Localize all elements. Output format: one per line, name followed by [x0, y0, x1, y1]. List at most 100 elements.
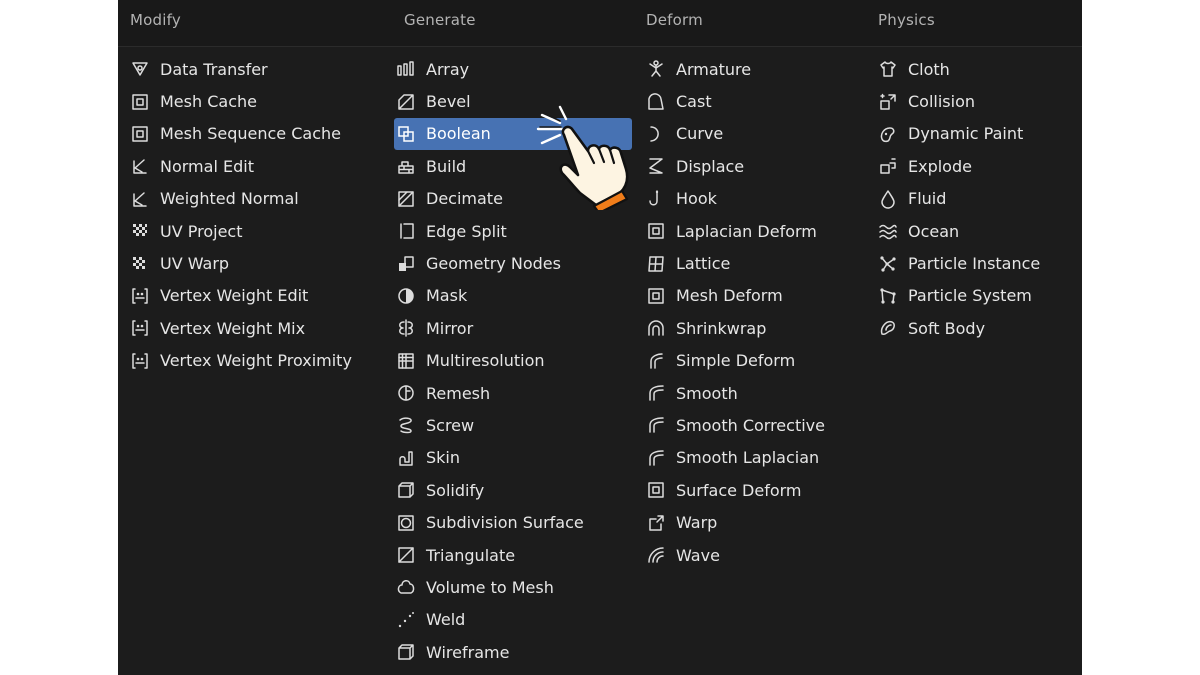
menu-item-label: Curve: [676, 124, 724, 144]
menu-item-simple-deform[interactable]: Simple Deform: [646, 345, 856, 377]
menu-item-uv-project[interactable]: UV Project: [130, 215, 380, 247]
lattice-icon: [646, 254, 666, 274]
menu-item-lattice[interactable]: Lattice: [646, 247, 856, 279]
menu-item-mask[interactable]: Mask: [396, 280, 628, 312]
solidify-icon: [396, 480, 416, 500]
weighted-normal-icon: [130, 189, 150, 209]
menu-item-label: Vertex Weight Mix: [160, 318, 306, 338]
menu-item-data-transfer[interactable]: Data Transfer: [130, 53, 380, 85]
mesh-sequence-cache-icon: [130, 124, 150, 144]
menu-item-label: Triangulate: [426, 545, 516, 565]
menu-item-label: Screw: [426, 415, 475, 435]
menu-item-bevel[interactable]: Bevel: [396, 85, 628, 117]
menu-item-build[interactable]: Build: [396, 150, 628, 182]
menu-item-vertex-weight-edit[interactable]: Vertex Weight Edit: [130, 280, 380, 312]
menu-item-label: Armature: [676, 59, 752, 79]
menu-item-weighted-normal[interactable]: Weighted Normal: [130, 183, 380, 215]
menu-item-shrinkwrap[interactable]: Shrinkwrap: [646, 312, 856, 344]
menu-item-remesh[interactable]: Remesh: [396, 377, 628, 409]
wireframe-icon: [396, 642, 416, 662]
column-title-physics: Physics: [878, 11, 935, 29]
modify-column: Data Transfer Mesh Cache Mesh Sequence Cac…: [130, 53, 380, 377]
menu-item-screw[interactable]: Screw: [396, 409, 628, 441]
menu-item-volume-to-mesh[interactable]: Volume to Mesh: [396, 571, 628, 603]
menu-item-vertex-weight-proximity[interactable]: Vertex Weight Proximity: [130, 345, 380, 377]
menu-item-skin[interactable]: Skin: [396, 442, 628, 474]
menu-item-cloth[interactable]: Cloth: [878, 53, 1078, 85]
menu-item-warp[interactable]: Warp: [646, 506, 856, 538]
menu-item-decimate[interactable]: Decimate: [396, 183, 628, 215]
menu-item-label: Geometry Nodes: [426, 254, 561, 274]
menu-item-wireframe[interactable]: Wireframe: [396, 636, 628, 668]
menu-item-label: Shrinkwrap: [676, 318, 767, 338]
menu-item-mirror[interactable]: Mirror: [396, 312, 628, 344]
menu-header: Modify Generate Deform Physics: [118, 0, 1082, 47]
column-title-deform: Deform: [646, 11, 703, 29]
soft-body-icon: [878, 318, 898, 338]
menu-item-normal-edit[interactable]: Normal Edit: [130, 150, 380, 182]
menu-item-geometry-nodes[interactable]: Geometry Nodes: [396, 247, 628, 279]
ocean-icon: [878, 221, 898, 241]
menu-item-label: Build: [426, 156, 467, 176]
menu-item-dynamic-paint[interactable]: Dynamic Paint: [878, 118, 1078, 150]
menu-item-boolean[interactable]: Boolean: [394, 117, 632, 151]
remesh-icon: [396, 383, 416, 403]
menu-item-label: Collision: [908, 92, 976, 112]
menu-item-armature[interactable]: Armature: [646, 53, 856, 85]
triangulate-icon: [396, 545, 416, 565]
menu-item-explode[interactable]: Explode: [878, 150, 1078, 182]
menu-item-particle-system[interactable]: Particle System: [878, 280, 1078, 312]
menu-item-solidify[interactable]: Solidify: [396, 474, 628, 506]
menu-item-label: Edge Split: [426, 221, 507, 241]
menu-item-curve[interactable]: Curve: [646, 118, 856, 150]
menu-item-weld[interactable]: Weld: [396, 604, 628, 636]
menu-item-smooth-corrective[interactable]: Smooth Corrective: [646, 409, 856, 441]
mirror-icon: [396, 318, 416, 338]
menu-item-collision[interactable]: Collision: [878, 85, 1078, 117]
menu-item-multiresolution[interactable]: Multiresolution: [396, 345, 628, 377]
menu-item-laplacian-deform[interactable]: Laplacian Deform: [646, 215, 856, 247]
menu-item-label: Skin: [426, 448, 461, 468]
menu-item-label: Fluid: [908, 189, 947, 209]
menu-item-particle-instance[interactable]: Particle Instance: [878, 247, 1078, 279]
menu-item-edge-split[interactable]: Edge Split: [396, 215, 628, 247]
column-title-generate: Generate: [404, 11, 476, 29]
menu-item-label: Lattice: [676, 254, 731, 274]
shrinkwrap-icon: [646, 318, 666, 338]
menu-item-cast[interactable]: Cast: [646, 85, 856, 117]
menu-item-label: Particle Instance: [908, 254, 1041, 274]
menu-item-hook[interactable]: Hook: [646, 183, 856, 215]
subdivision-surface-icon: [396, 513, 416, 533]
screw-icon: [396, 415, 416, 435]
menu-item-smooth-laplacian[interactable]: Smooth Laplacian: [646, 442, 856, 474]
displace-icon: [646, 156, 666, 176]
menu-item-label: Explode: [908, 156, 972, 176]
menu-item-wave[interactable]: Wave: [646, 539, 856, 571]
particle-instance-icon: [878, 254, 898, 274]
smooth-icon: [646, 383, 666, 403]
menu-item-label: Boolean: [426, 124, 491, 144]
menu-item-fluid[interactable]: Fluid: [878, 183, 1078, 215]
menu-item-label: Warp: [676, 513, 718, 533]
menu-item-surface-deform[interactable]: Surface Deform: [646, 474, 856, 506]
menu-item-label: Solidify: [426, 480, 485, 500]
menu-item-displace[interactable]: Displace: [646, 150, 856, 182]
menu-item-ocean[interactable]: Ocean: [878, 215, 1078, 247]
normal-edit-icon: [130, 156, 150, 176]
menu-item-subdivision-surface[interactable]: Subdivision Surface: [396, 506, 628, 538]
skin-icon: [396, 448, 416, 468]
menu-item-mesh-cache[interactable]: Mesh Cache: [130, 85, 380, 117]
menu-item-mesh-sequence-cache[interactable]: Mesh Sequence Cache: [130, 118, 380, 150]
particle-system-icon: [878, 286, 898, 306]
menu-item-triangulate[interactable]: Triangulate: [396, 539, 628, 571]
menu-item-soft-body[interactable]: Soft Body: [878, 312, 1078, 344]
menu-item-array[interactable]: Array: [396, 53, 628, 85]
physics-column: Cloth Collision Dynamic Paint Explode Fluid O…: [878, 53, 1078, 345]
add-modifier-menu: Modify Generate Deform Physics Data Tran…: [118, 0, 1082, 675]
menu-item-label: Soft Body: [908, 318, 986, 338]
menu-item-smooth[interactable]: Smooth: [646, 377, 856, 409]
menu-item-uv-warp[interactable]: UV Warp: [130, 247, 380, 279]
menu-item-vertex-weight-mix[interactable]: Vertex Weight Mix: [130, 312, 380, 344]
menu-item-mesh-deform[interactable]: Mesh Deform: [646, 280, 856, 312]
menu-item-label: Cast: [676, 92, 712, 112]
